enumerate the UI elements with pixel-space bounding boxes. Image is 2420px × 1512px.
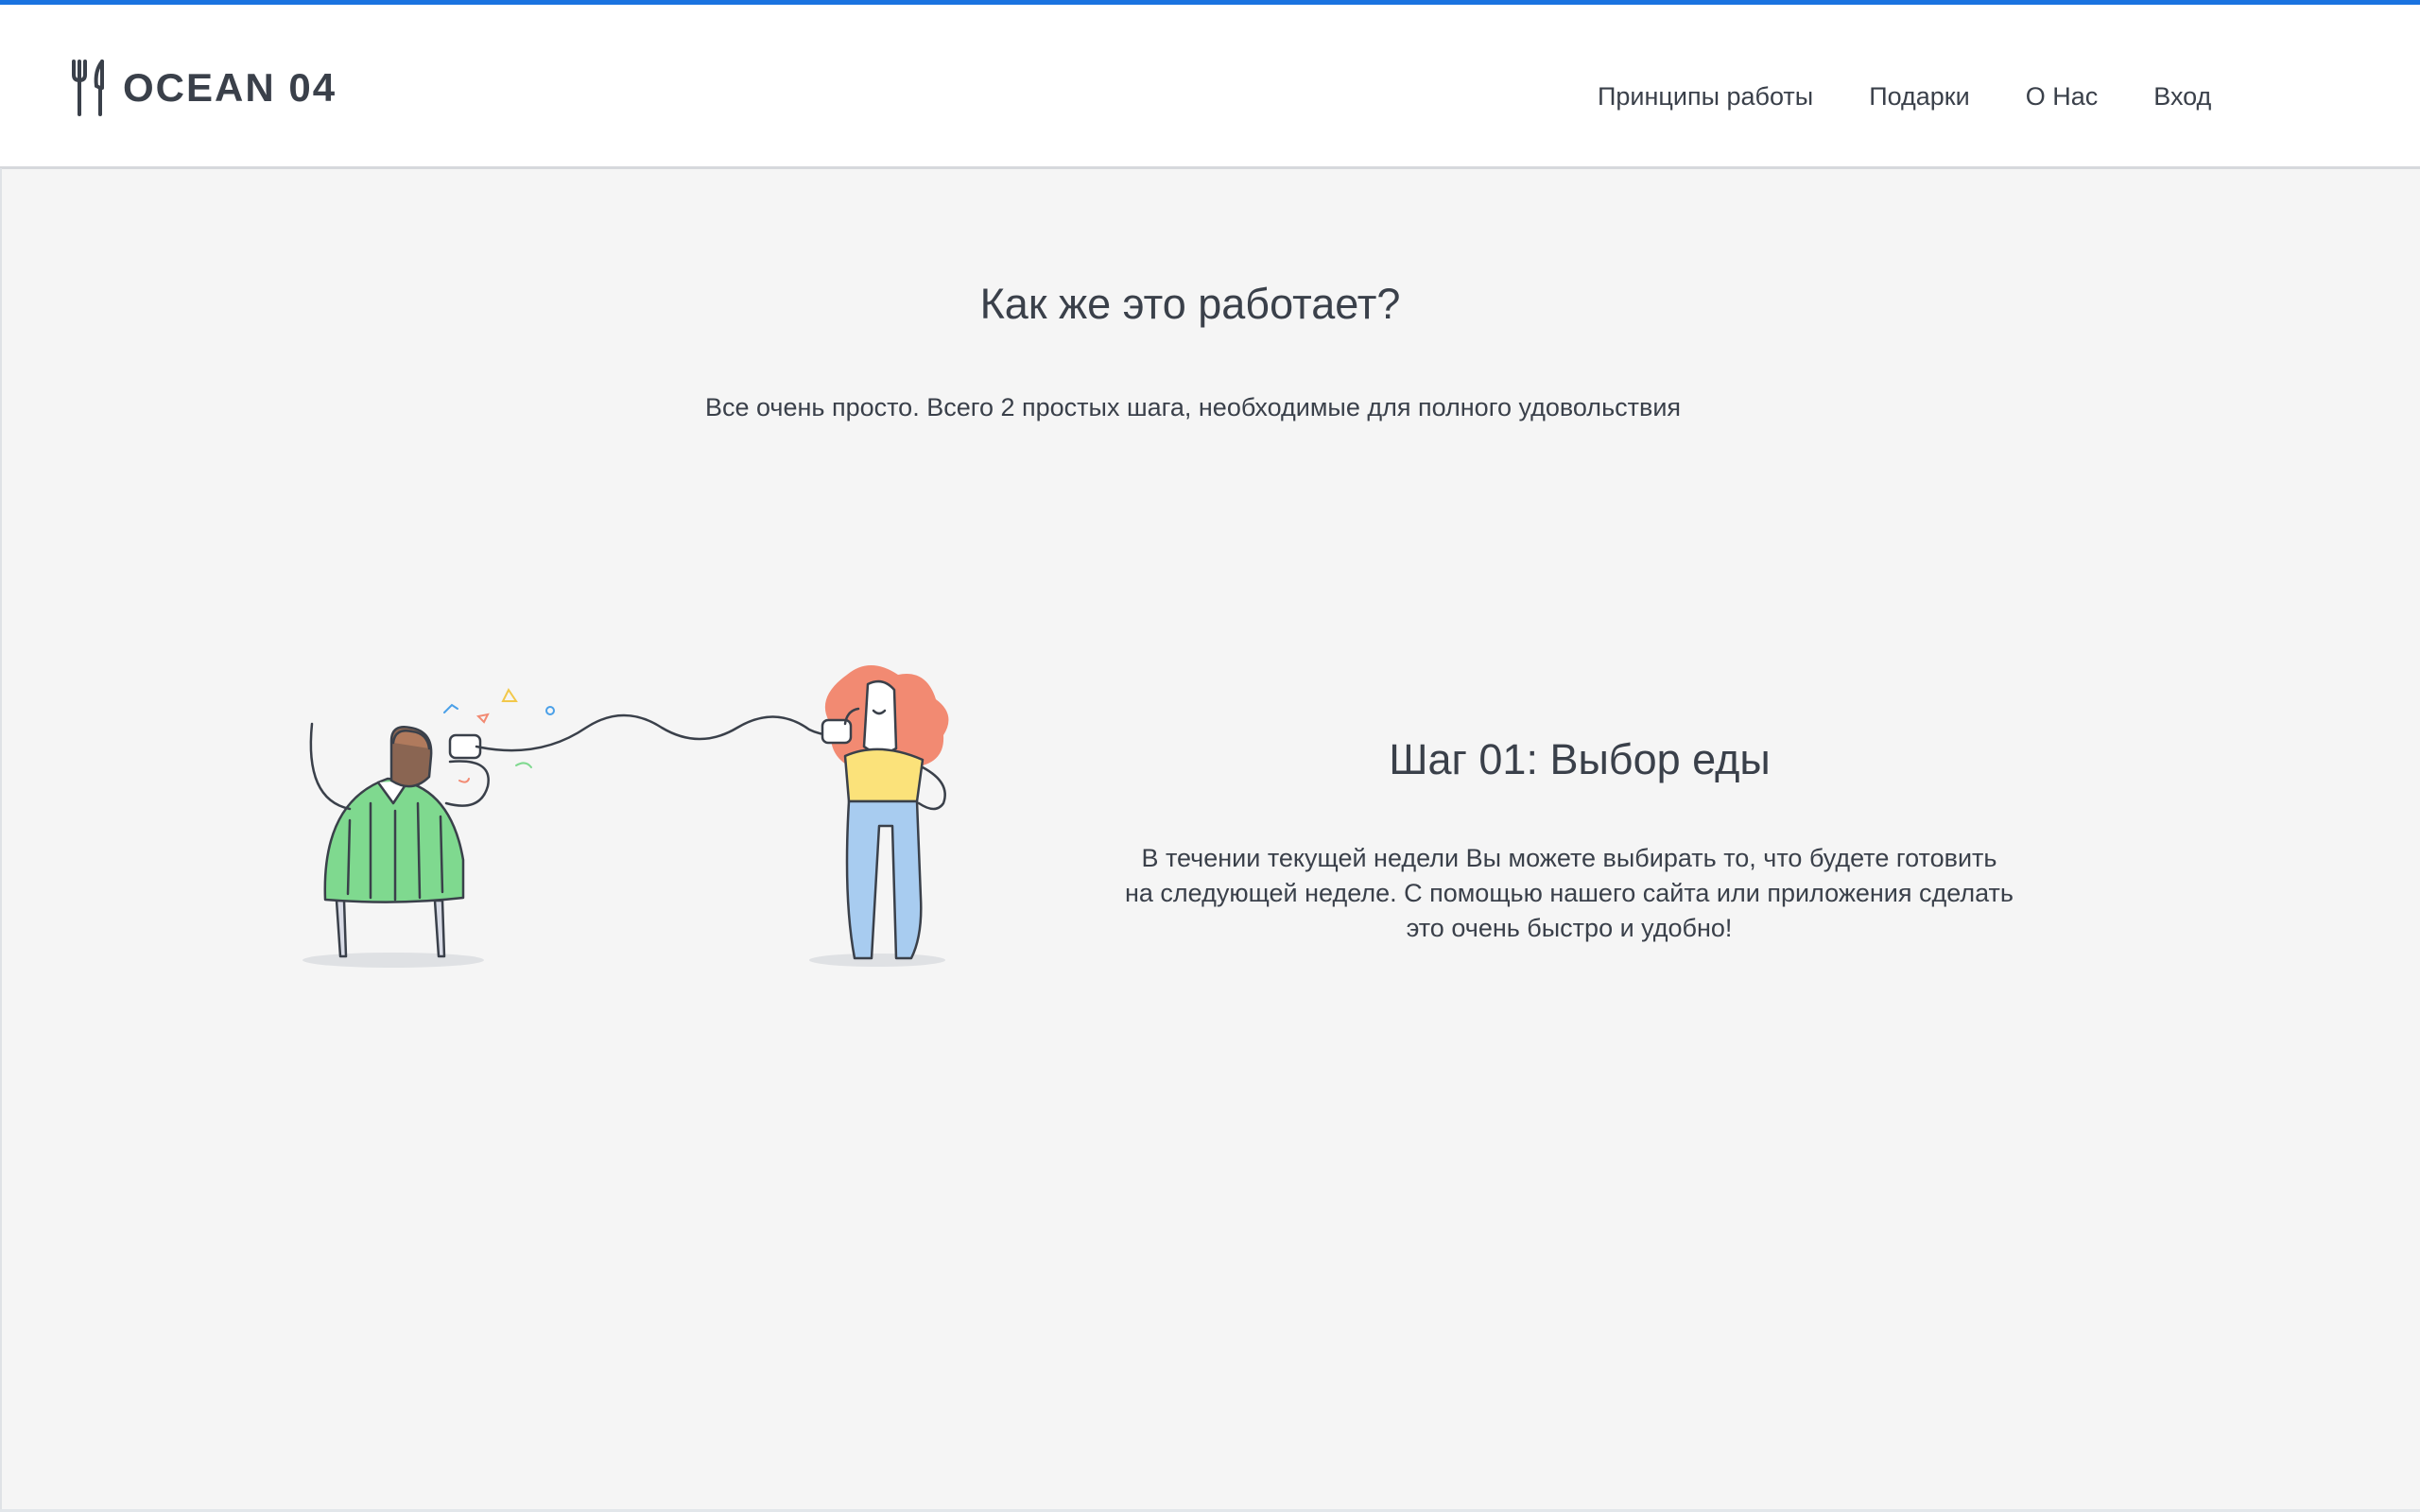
- step-title: Шаг 01: Выбор еды: [1389, 735, 1771, 783]
- fork-knife-icon: [68, 58, 112, 118]
- site-header: OCEAN 04 Принципы работы Подарки О Нас В…: [0, 5, 2420, 169]
- nav-item-about[interactable]: О Нас: [2026, 82, 2099, 112]
- step-description: В течении текущей недели Вы можете выбир…: [1125, 844, 2014, 942]
- page-title: Как же это работает?: [979, 280, 1401, 328]
- main-nav: Принципы работы Подарки О Нас Вход: [1598, 82, 2267, 112]
- nav-item-login[interactable]: Вход: [2153, 82, 2211, 112]
- logo[interactable]: OCEAN 04: [68, 58, 337, 118]
- tin-can-phone-illustration: [284, 662, 964, 983]
- nav-item-how-it-works[interactable]: Принципы работы: [1598, 82, 1813, 112]
- page-subtitle: Все очень просто. Всего 2 простых шага, …: [704, 393, 1682, 421]
- frame-border-left: [0, 168, 2, 1512]
- nav-item-gifts[interactable]: Подарки: [1869, 82, 1970, 112]
- brand-name: OCEAN 04: [123, 65, 337, 110]
